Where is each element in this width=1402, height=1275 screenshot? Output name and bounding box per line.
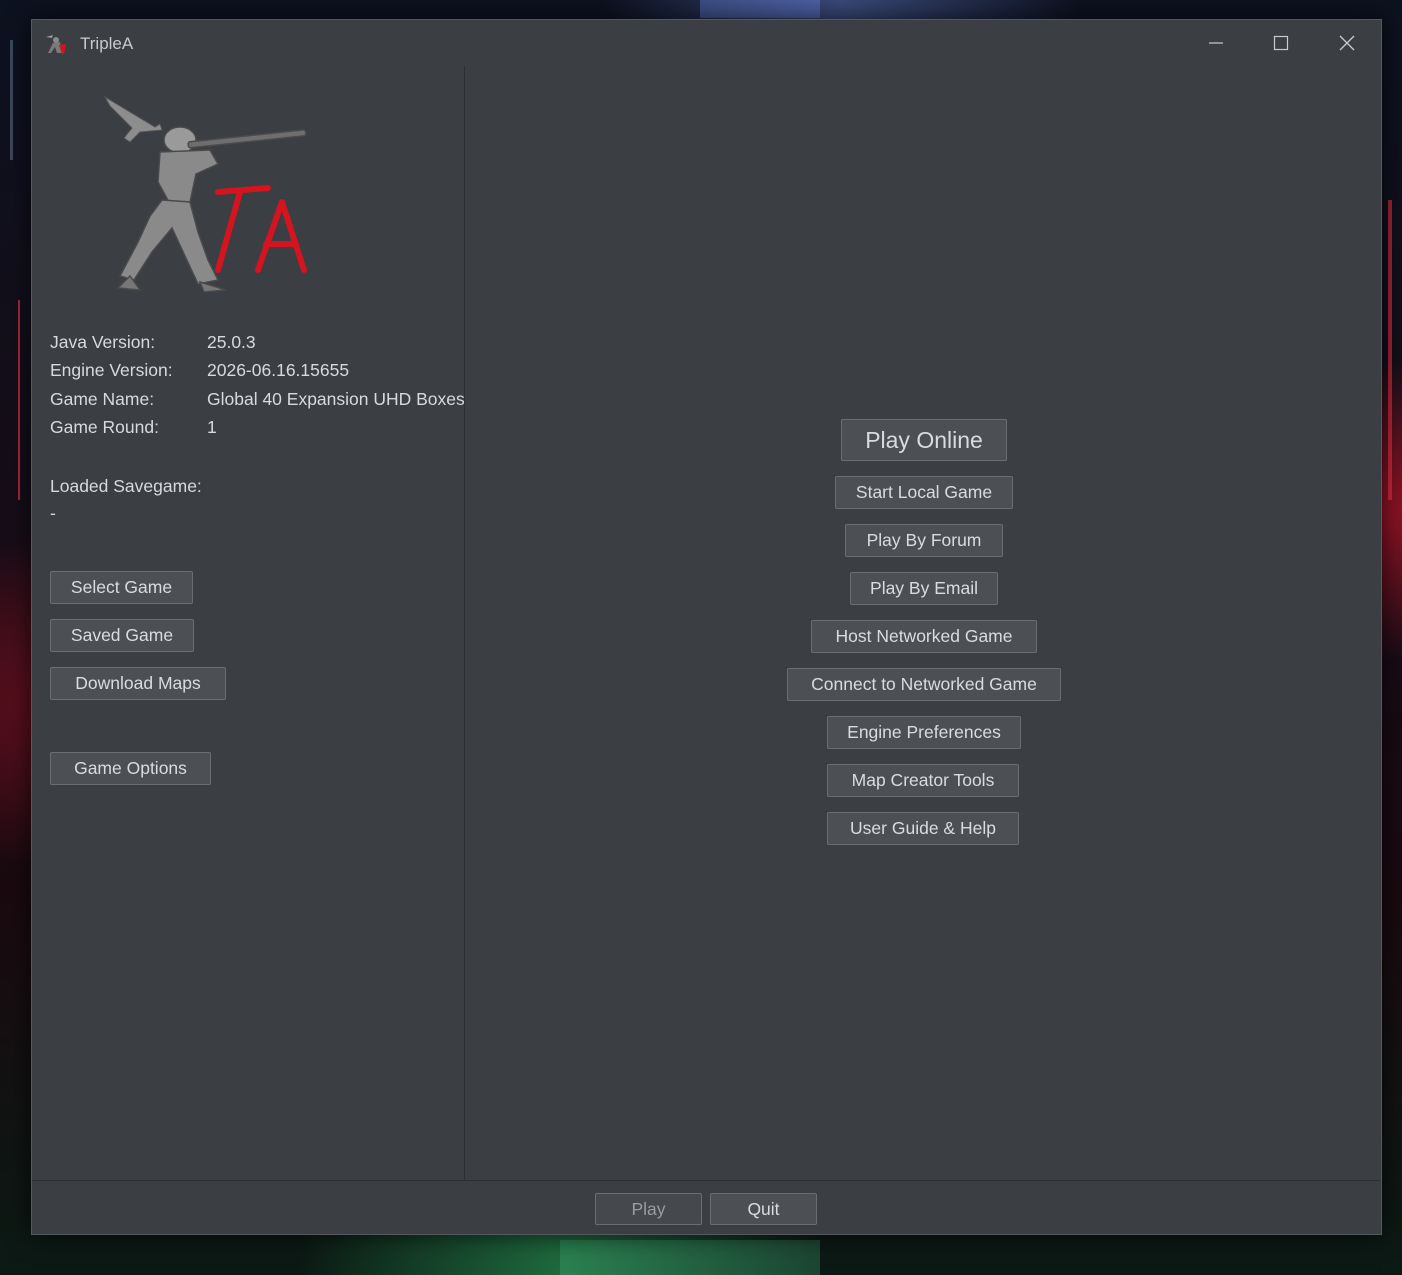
host-networked-game-button[interactable]: Host Networked Game <box>811 620 1037 653</box>
game-name-value: Global 40 Expansion UHD Boxes <box>207 389 465 409</box>
java-version-value: 25.0.3 <box>207 332 256 352</box>
game-info-panel: Java Version: 25.0.3 Engine Version: 202… <box>32 66 465 1180</box>
download-maps-button[interactable]: Download Maps <box>50 667 226 700</box>
engine-preferences-button[interactable]: Engine Preferences <box>827 716 1021 749</box>
background-light <box>1388 200 1392 500</box>
background-light <box>560 1240 820 1275</box>
maximize-button[interactable] <box>1258 28 1304 58</box>
engine-version-value: 2026-06.16.15655 <box>207 360 350 380</box>
background-light <box>10 40 13 160</box>
triplea-logo <box>103 95 307 293</box>
connect-networked-game-button[interactable]: Connect to Networked Game <box>787 668 1061 701</box>
user-guide-help-button[interactable]: User Guide & Help <box>827 812 1019 845</box>
minimize-icon <box>1209 42 1223 44</box>
game-options-button[interactable]: Game Options <box>50 752 211 785</box>
triplea-app-icon <box>44 33 68 55</box>
game-name-label: Game Name: <box>50 389 155 409</box>
engine-version-label: Engine Version: <box>50 360 173 380</box>
game-round-label: Game Round: <box>50 417 159 437</box>
minimize-button[interactable] <box>1193 28 1239 58</box>
java-version-label: Java Version: <box>50 332 156 352</box>
close-icon <box>1339 35 1355 51</box>
select-game-button[interactable]: Select Game <box>50 571 193 604</box>
background-light <box>700 0 820 18</box>
saved-game-button[interactable]: Saved Game <box>50 619 194 652</box>
play-button[interactable]: Play <box>595 1193 702 1225</box>
start-local-game-button[interactable]: Start Local Game <box>835 476 1013 509</box>
ta-letters <box>215 185 307 273</box>
loaded-savegame-label: Loaded Savegame: <box>50 476 202 496</box>
background-light <box>18 300 20 500</box>
map-creator-tools-button[interactable]: Map Creator Tools <box>827 764 1019 797</box>
bottom-divider <box>32 1180 1381 1181</box>
window-title: TripleA <box>80 34 134 53</box>
play-by-forum-button[interactable]: Play By Forum <box>845 524 1003 557</box>
maximize-icon <box>1273 35 1289 51</box>
play-by-email-button[interactable]: Play By Email <box>850 572 998 605</box>
app-window: TripleA Java Version: 25.0.3 Engine Vers… <box>31 19 1382 1235</box>
loaded-savegame-value: - <box>50 503 56 523</box>
close-button[interactable] <box>1324 28 1370 58</box>
title-bar[interactable]: TripleA <box>32 20 1381 66</box>
play-online-button[interactable]: Play Online <box>841 419 1007 461</box>
game-round-value: 1 <box>207 417 217 437</box>
quit-button[interactable]: Quit <box>710 1193 817 1225</box>
plane-icon <box>103 95 163 143</box>
